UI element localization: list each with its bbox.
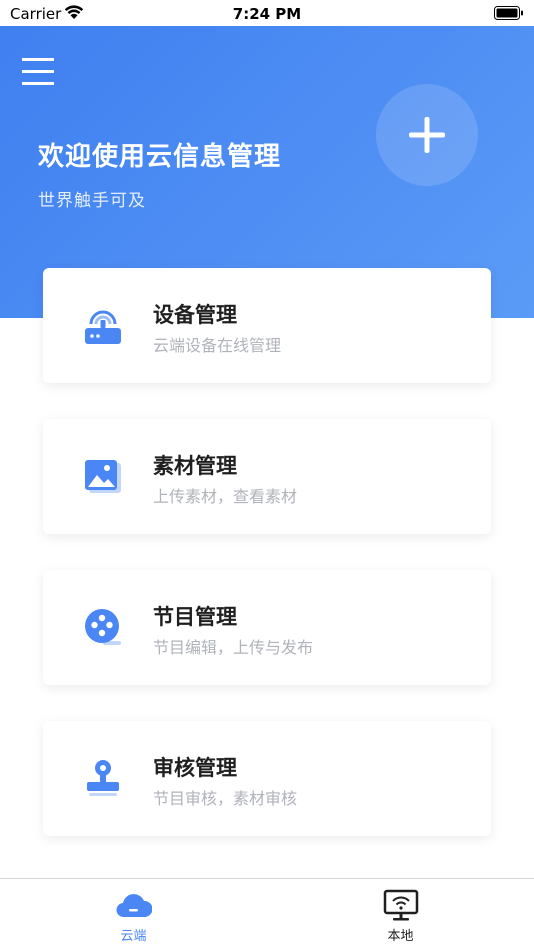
card-title: 设备管理 [153, 303, 237, 327]
hamburger-menu-icon[interactable] [22, 56, 54, 86]
status-bar: Carrier 7:24 PM [0, 0, 534, 26]
tab-label: 云端 [120, 929, 147, 944]
status-time: 7:24 PM [232, 5, 302, 23]
device-management-card[interactable]: 设备管理 云端设备在线管理 [43, 268, 491, 383]
monitor-wifi-icon [383, 889, 419, 921]
review-management-card[interactable]: 审核管理 节目审核，素材审核 [43, 721, 491, 836]
material-management-card[interactable]: 素材管理 上传素材，查看素材 [43, 419, 491, 534]
image-icon [85, 460, 121, 493]
add-button[interactable] [376, 84, 478, 186]
router-icon [85, 310, 121, 344]
tab-label: 本地 [387, 929, 414, 944]
card-title: 审核管理 [153, 756, 237, 780]
film-reel-icon [85, 609, 121, 645]
tab-bar: 云端 本地 [0, 878, 534, 950]
card-title: 素材管理 [153, 454, 237, 478]
card-description: 节目编辑，上传与发布 [153, 638, 314, 657]
page-title: 欢迎使用云信息管理 [38, 142, 282, 172]
tab-local[interactable]: 本地 [267, 879, 534, 950]
battery-icon [494, 6, 523, 20]
card-description: 上传素材，查看素材 [153, 487, 298, 506]
card-description: 节目审核，素材审核 [153, 789, 298, 808]
program-management-card[interactable]: 节目管理 节目编辑，上传与发布 [43, 570, 491, 685]
page-subtitle: 世界触手可及 [38, 191, 146, 211]
card-description: 云端设备在线管理 [153, 336, 282, 355]
tab-cloud[interactable]: 云端 [0, 879, 267, 950]
plus-icon [409, 117, 445, 153]
cloud-icon [116, 894, 152, 918]
card-title: 节目管理 [153, 605, 237, 629]
stamp-icon [87, 760, 119, 796]
